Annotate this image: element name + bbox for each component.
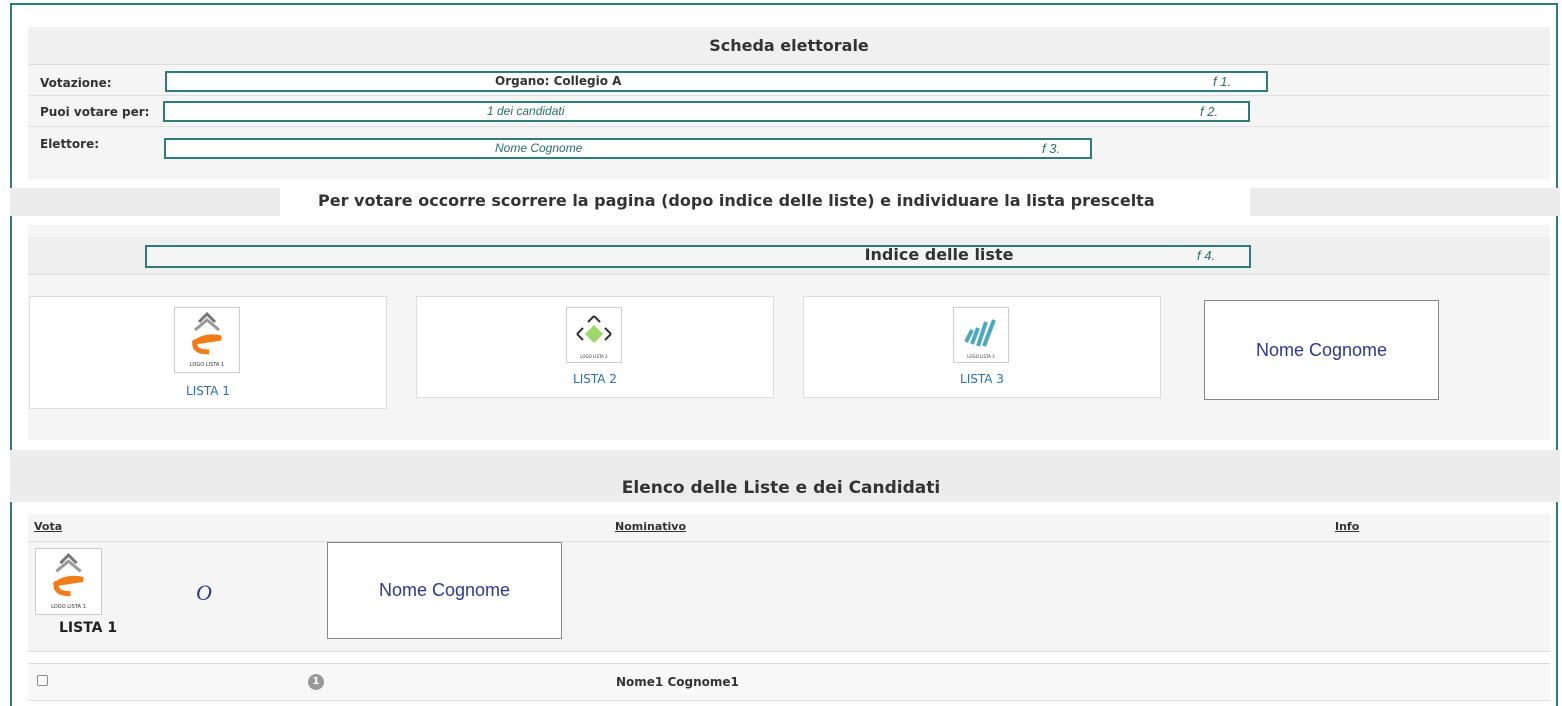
- logo-lista-2-icon: LOGO LISTA 2: [566, 307, 622, 363]
- col-nominativo: Nominativo: [615, 520, 687, 533]
- col-info: Info: [1335, 520, 1360, 533]
- list-card-3-label[interactable]: LISTA 3: [804, 372, 1160, 386]
- col-vota: Vota: [34, 520, 63, 533]
- logo-lista-3-icon: LOGO LISTA 3: [953, 307, 1009, 363]
- list-card-2-label[interactable]: LISTA 2: [417, 372, 773, 386]
- elettore-value: Nome Cognome: [495, 141, 583, 155]
- list-index-title: Indice delle liste: [864, 245, 1014, 264]
- logo-lista-1-icon: LOGO LISTA 1: [35, 548, 102, 615]
- list-card-3[interactable]: LOGO LISTA 3 LISTA 3: [803, 296, 1161, 398]
- list-section-title: Elenco delle Liste e dei Candidati: [621, 478, 941, 498]
- votazione-highlight: Organo: Collegio A f 1.: [165, 71, 1268, 92]
- circle-mark: O: [196, 580, 212, 605]
- vote-checkbox[interactable]: [37, 675, 48, 686]
- list-card-1-label[interactable]: LISTA 1: [30, 384, 386, 398]
- logo-lista-2-text: LOGO LISTA 2: [580, 354, 608, 359]
- list-row-lista-1: LOGO LISTA 1 LISTA 1 O Nome Cognome: [28, 542, 1550, 652]
- puoi-votare-value: 1 dei candidati: [487, 104, 565, 118]
- list-row-label: LISTA 1: [59, 620, 118, 636]
- votazione-value: Organo: Collegio A: [495, 74, 622, 88]
- ballot-header-panel: Scheda elettorale Votazione: Organo: Col…: [28, 27, 1550, 179]
- candidate-name: Nome1 Cognome1: [616, 675, 739, 689]
- logo-lista-1-text: LOGO LISTA 1: [190, 362, 224, 368]
- list-card-2[interactable]: LOGO LISTA 2 LISTA 2: [416, 296, 774, 398]
- elettore-highlight: Nome Cognome f 3.: [164, 138, 1092, 159]
- candidate-number-badge: 1: [308, 674, 324, 690]
- name-card-list: Nome Cognome: [327, 542, 562, 639]
- puoi-votare-ref: f 2.: [1200, 104, 1219, 119]
- ballot-title: Scheda elettorale: [28, 27, 1550, 65]
- votazione-label: Votazione:: [40, 76, 112, 90]
- list-card-1[interactable]: LOGO LISTA 1 LISTA 1: [29, 296, 387, 409]
- votazione-row: Votazione: Organo: Collegio A f 1.: [28, 66, 1550, 96]
- candidate-row: 1 Nome1 Cognome1: [28, 663, 1550, 701]
- elettore-label: Elettore:: [40, 137, 100, 151]
- puoi-votare-row: Puoi votare per: 1 dei candidati f 2.: [28, 97, 1550, 127]
- puoi-votare-highlight: 1 dei candidati f 2.: [163, 101, 1250, 122]
- name-card-index: Nome Cognome: [1204, 300, 1439, 400]
- elettore-row: Elettore: Nome Cognome f 3.: [28, 127, 1550, 159]
- candidate-table-header: Vota Nominativo Info: [28, 514, 1550, 542]
- logo-lista-3-text: LOGO LISTA 3: [967, 354, 995, 359]
- votazione-ref: f 1.: [1213, 74, 1232, 89]
- logo-lista-1-icon: LOGO LISTA 1: [174, 307, 240, 373]
- instruction-text: Per votare occorre scorrere la pagina (d…: [280, 186, 1250, 218]
- puoi-votare-label: Puoi votare per:: [40, 105, 150, 119]
- logo-lista-1-text: LOGO LISTA 1: [51, 604, 86, 610]
- elettore-ref: f 3.: [1042, 141, 1061, 156]
